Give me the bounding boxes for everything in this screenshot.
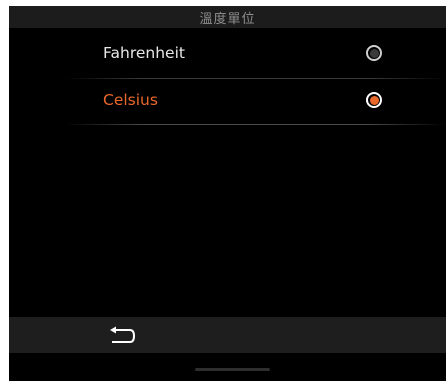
settings-screen: 溫度單位 Fahrenheit Celsius (9, 6, 446, 381)
radio-selected-icon[interactable] (366, 92, 382, 108)
home-indicator[interactable] (195, 368, 270, 371)
page-title: 溫度單位 (199, 11, 256, 27)
option-fahrenheit[interactable]: Fahrenheit (65, 30, 446, 76)
back-button[interactable] (101, 323, 141, 349)
option-celsius[interactable]: Celsius (65, 77, 446, 123)
radio-dot (369, 48, 379, 58)
radio-unselected-icon[interactable] (366, 45, 382, 61)
bottom-bar (9, 317, 446, 353)
back-arrow-icon (110, 326, 136, 343)
system-nav-strip (9, 355, 446, 381)
option-label-celsius: Celsius (103, 91, 158, 109)
option-divider (65, 124, 446, 125)
radio-dot (369, 95, 379, 105)
option-label-fahrenheit: Fahrenheit (103, 44, 185, 62)
title-bar: 溫度單位 (9, 6, 446, 28)
